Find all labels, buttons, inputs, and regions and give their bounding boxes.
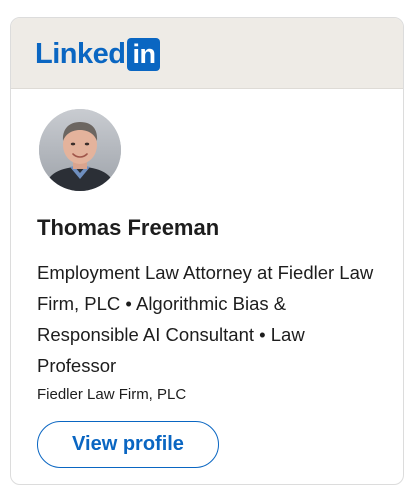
- logo-wordmark: Linked: [35, 38, 126, 70]
- card-header: Linked in: [11, 18, 403, 89]
- avatar[interactable]: [39, 109, 121, 191]
- logo-in-icon: in: [127, 38, 161, 71]
- profile-name[interactable]: Thomas Freeman: [37, 214, 219, 242]
- profile-headline: Employment Law Attorney at Fiedler Law F…: [37, 262, 374, 376]
- person-photo-icon: [39, 109, 121, 191]
- profile-company[interactable]: Fiedler Law Firm, PLC: [37, 385, 186, 405]
- profile-badge-card: Linked in Thomas Freeman Employment Law …: [10, 17, 404, 485]
- view-profile-button[interactable]: View profile: [37, 421, 219, 468]
- linkedin-logo[interactable]: Linked in: [35, 38, 161, 71]
